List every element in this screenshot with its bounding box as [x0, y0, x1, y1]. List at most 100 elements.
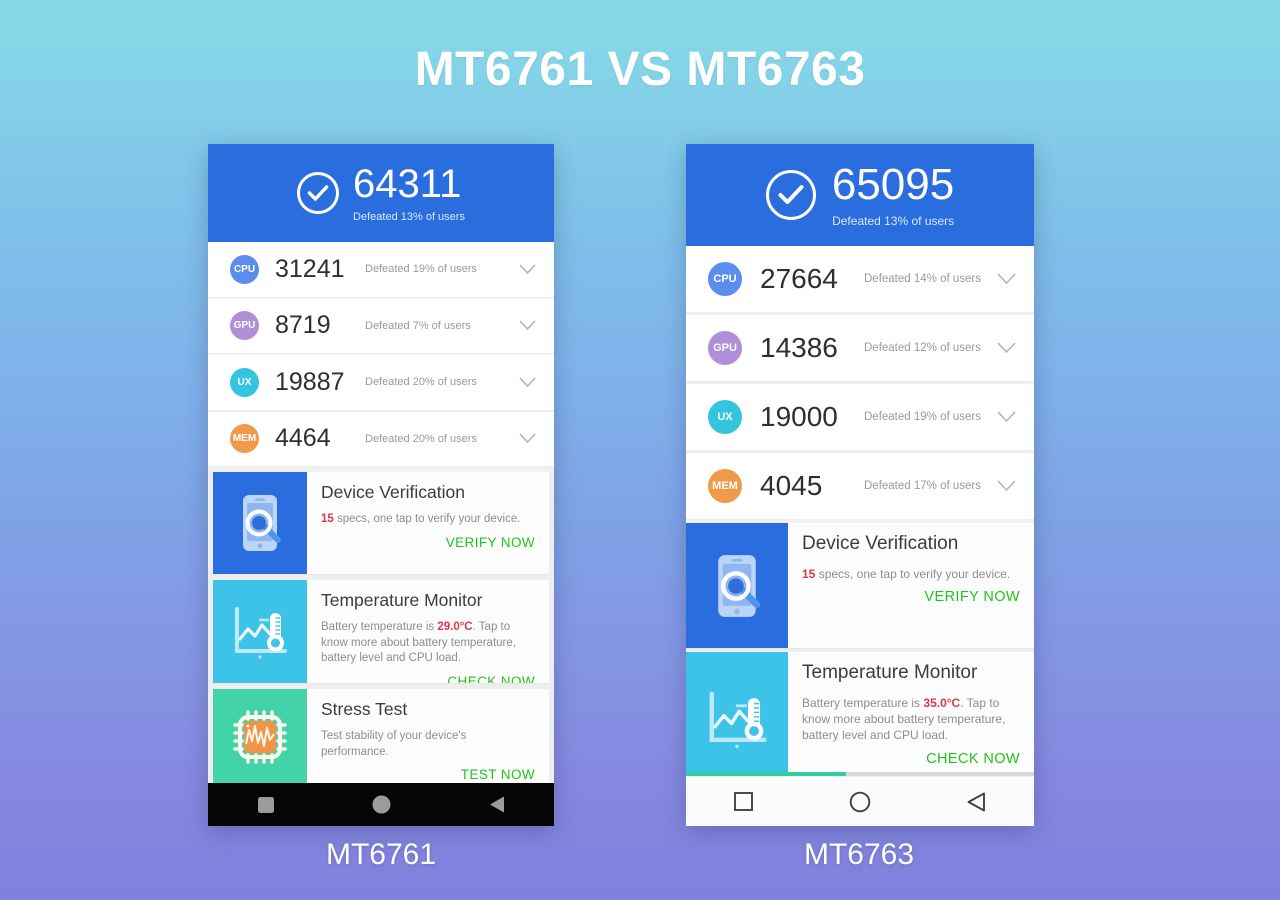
- card-description: Battery temperature is 29.0°C. Tap to kn…: [321, 620, 535, 667]
- cpu-score: 27664: [760, 263, 838, 294]
- total-score-subtitle: Defeated 13% of users: [353, 210, 465, 223]
- card-device-verification[interactable]: Device Verification 15 specs, one tap to…: [686, 523, 1034, 649]
- gpu-score: 14386: [760, 332, 838, 363]
- caption-mt6763: MT6763: [803, 838, 915, 871]
- cpu-subtitle: Defeated 19% of users: [365, 263, 477, 276]
- score-row-list: CPU 27664 Defeated 14% of users GPU 1438…: [686, 246, 1034, 520]
- cpu-waveform-icon: [213, 689, 307, 784]
- back-triangle-icon[interactable]: [488, 795, 506, 814]
- cpu-subtitle: Defeated 14% of users: [864, 273, 981, 285]
- mem-subtitle: Defeated 17% of users: [864, 480, 981, 492]
- test-now-button[interactable]: TEST NOW: [321, 767, 535, 782]
- card-temperature-monitor[interactable]: Temperature Monitor Battery temperature …: [686, 652, 1034, 787]
- mem-score: 4464: [275, 424, 331, 453]
- verify-now-button[interactable]: VERIFY NOW: [321, 535, 535, 550]
- card-description: 15 specs, one tap to verify your device.: [802, 566, 1020, 582]
- chevron-down-icon[interactable]: [519, 320, 536, 331]
- mem-score: 4045: [760, 470, 823, 501]
- gpu-subtitle: Defeated 7% of users: [365, 319, 471, 332]
- phone-screen: 65095 Defeated 13% of users CPU 27664 De…: [686, 144, 1034, 826]
- chevron-down-icon[interactable]: [997, 273, 1016, 285]
- feature-card-list: Device Verification 15 specs, one tap to…: [686, 523, 1034, 787]
- score-row-ux[interactable]: UX 19887 Defeated 20% of users: [208, 355, 554, 411]
- score-row-gpu[interactable]: GPU 14386 Defeated 12% of users: [686, 315, 1034, 382]
- score-row-gpu[interactable]: GPU 8719 Defeated 7% of users: [208, 298, 554, 354]
- card-highlight: 15: [321, 513, 334, 525]
- card-description-prefix: Battery temperature is: [802, 696, 924, 710]
- cpu-badge-icon: CPU: [230, 254, 259, 284]
- android-navigation-bar: [208, 783, 554, 826]
- check-circle-icon: [765, 170, 816, 220]
- total-score-header: 65095 Defeated 13% of users: [686, 144, 1034, 246]
- phone-magnifier-icon: [213, 472, 307, 574]
- gpu-score: 8719: [275, 311, 331, 340]
- home-circle-icon[interactable]: [372, 795, 391, 814]
- card-description-text: specs, one tap to verify your device.: [333, 513, 521, 525]
- cpu-badge-icon: CPU: [708, 262, 742, 296]
- phone-mockup-mt6763: 65095 Defeated 13% of users CPU 27664 De…: [686, 144, 1034, 826]
- ux-score: 19887: [275, 367, 345, 396]
- chevron-down-icon[interactable]: [997, 411, 1016, 423]
- chevron-down-icon[interactable]: [519, 264, 536, 275]
- thermometer-chart-icon: [213, 580, 307, 683]
- mem-badge-icon: MEM: [708, 469, 742, 503]
- card-description: 15 specs, one tap to verify your device.: [321, 512, 535, 528]
- cpu-score: 31241: [275, 254, 345, 283]
- verify-now-button[interactable]: VERIFY NOW: [802, 589, 1020, 605]
- card-title: Device Verification: [321, 482, 465, 502]
- card-highlight: 35.0°C: [923, 696, 961, 710]
- total-score-value: 65095: [831, 159, 955, 209]
- mem-subtitle: Defeated 20% of users: [365, 432, 477, 445]
- gpu-badge-icon: GPU: [708, 331, 742, 365]
- ux-badge-icon: UX: [708, 400, 742, 434]
- card-title: Stress Test: [321, 699, 408, 719]
- ux-score: 19000: [760, 401, 838, 432]
- total-score-header: 64311 Defeated 13% of users: [208, 144, 554, 242]
- chevron-down-icon[interactable]: [997, 480, 1016, 492]
- card-highlight: 15: [802, 567, 816, 581]
- card-highlight: 29.0°C: [437, 621, 473, 633]
- card-title: Temperature Monitor: [802, 662, 978, 683]
- card-description: Test stability of your device's performa…: [321, 730, 467, 758]
- page-title: MT6761 VS MT6763: [414, 43, 866, 96]
- total-score-value: 64311: [353, 161, 462, 206]
- ux-subtitle: Defeated 20% of users: [365, 376, 477, 389]
- card-description-prefix: Battery temperature is: [321, 621, 438, 633]
- android-navigation-bar: [686, 776, 1034, 826]
- card-title: Temperature Monitor: [321, 590, 483, 610]
- check-now-button[interactable]: CHECK NOW: [321, 674, 535, 683]
- caption-mt6761: MT6761: [325, 838, 437, 871]
- card-description: Battery temperature is 35.0°C. Tap to kn…: [802, 695, 1020, 744]
- phone-mockup-mt6761: 64311 Defeated 13% of users CPU 31241 De…: [208, 144, 554, 826]
- gpu-badge-icon: GPU: [230, 311, 259, 341]
- phone-magnifier-icon: [686, 523, 788, 648]
- score-row-list: CPU 31241 Defeated 19% of users GPU 8719…: [208, 242, 554, 467]
- check-now-button[interactable]: CHECK NOW: [802, 751, 1020, 767]
- phone-screen: 64311 Defeated 13% of users CPU 31241 De…: [208, 144, 554, 826]
- thermometer-chart-icon: [686, 652, 788, 786]
- home-circle-icon[interactable]: [849, 791, 871, 813]
- mem-badge-icon: MEM: [230, 424, 259, 454]
- ux-badge-icon: UX: [230, 367, 259, 397]
- card-temperature-monitor[interactable]: Temperature Monitor Battery temperature …: [213, 580, 549, 684]
- card-description-text: specs, one tap to verify your device.: [815, 567, 1011, 581]
- feature-card-list: Device Verification 15 specs, one tap to…: [208, 472, 554, 785]
- chevron-down-icon[interactable]: [519, 433, 536, 444]
- score-row-cpu[interactable]: CPU 31241 Defeated 19% of users: [208, 242, 554, 298]
- score-row-mem[interactable]: MEM 4464 Defeated 20% of users: [208, 411, 554, 467]
- back-triangle-icon[interactable]: [966, 791, 987, 813]
- score-row-mem[interactable]: MEM 4045 Defeated 17% of users: [686, 453, 1034, 520]
- recents-square-icon[interactable]: [733, 791, 754, 812]
- check-circle-icon: [297, 172, 340, 214]
- card-stress-test[interactable]: Stress Test Test stability of your devic…: [213, 689, 549, 785]
- chevron-down-icon[interactable]: [519, 377, 536, 388]
- gpu-subtitle: Defeated 12% of users: [864, 342, 981, 354]
- ux-subtitle: Defeated 19% of users: [864, 411, 981, 423]
- card-device-verification[interactable]: Device Verification 15 specs, one tap to…: [213, 472, 549, 575]
- chevron-down-icon[interactable]: [997, 342, 1016, 354]
- score-row-cpu[interactable]: CPU 27664 Defeated 14% of users: [686, 246, 1034, 313]
- total-score-subtitle: Defeated 13% of users: [832, 213, 955, 228]
- recents-square-icon[interactable]: [257, 796, 275, 814]
- card-title: Device Verification: [802, 533, 959, 554]
- score-row-ux[interactable]: UX 19000 Defeated 19% of users: [686, 384, 1034, 451]
